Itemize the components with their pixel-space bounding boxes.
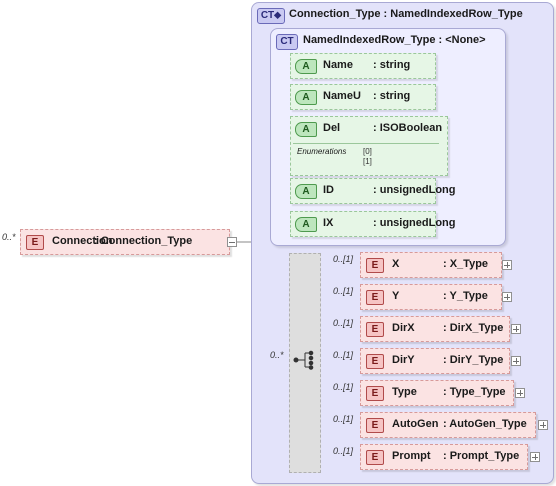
attribute-type: : ISOBoolean xyxy=(373,122,443,134)
attribute-type: : unsignedLong xyxy=(373,184,456,196)
expand-icon[interactable] xyxy=(530,452,540,462)
complex-type-title: NamedIndexedRow_Type : <None> xyxy=(303,34,486,46)
element-cardinality: 0..[1] xyxy=(333,414,354,424)
collapse-icon[interactable] xyxy=(227,237,237,247)
attribute-type: : string xyxy=(373,90,411,102)
attribute-del[interactable]: A Del : ISOBoolean Enumerations [0] [1] xyxy=(290,116,448,176)
element-badge: E xyxy=(366,258,384,273)
attribute-badge: A xyxy=(295,184,317,199)
attribute-type: : string xyxy=(373,59,411,71)
element-badge: E xyxy=(366,354,384,369)
element-type: : AutoGen_Type xyxy=(443,418,527,430)
expand-icon[interactable] xyxy=(502,260,512,270)
attribute-badge: A xyxy=(295,122,317,137)
attribute-label: ID xyxy=(323,184,334,196)
attribute-badge: A xyxy=(295,90,317,105)
element-badge: E xyxy=(26,235,44,250)
element-type: : Connection_Type xyxy=(94,235,193,247)
enumeration-divider xyxy=(293,143,439,144)
enumeration-value: [0] xyxy=(363,147,372,156)
attribute-id[interactable]: A ID : unsignedLong xyxy=(290,178,455,204)
expand-icon[interactable] xyxy=(538,420,548,430)
element-name: DirY xyxy=(392,354,415,366)
attribute-name[interactable]: A Name : string xyxy=(290,53,436,79)
element-badge: E xyxy=(366,450,384,465)
root-cardinality: 0..* xyxy=(2,232,16,242)
element-badge: E xyxy=(366,322,384,337)
element-badge: E xyxy=(366,290,384,305)
element-cardinality: 0..[1] xyxy=(333,446,354,456)
element-type: : X_Type xyxy=(443,258,489,270)
element-badge: E xyxy=(366,418,384,433)
sequence-icon xyxy=(293,350,314,370)
element-type: : Type_Type xyxy=(443,386,506,398)
attribute-ix[interactable]: A IX : unsignedLong xyxy=(290,211,455,237)
element-diry[interactable]: E DirY : DirY_Type xyxy=(360,348,510,374)
complex-type-badge: CT⬥ xyxy=(257,8,285,24)
root-element-connection[interactable]: E Connection : Connection_Type xyxy=(20,229,230,255)
sequence-cardinality: 0..* xyxy=(270,350,284,360)
element-badge: E xyxy=(366,386,384,401)
element-name: AutoGen xyxy=(392,418,439,430)
element-cardinality: 0..[1] xyxy=(333,382,354,392)
element-type: : DirY_Type xyxy=(443,354,504,366)
attribute-nameu[interactable]: A NameU : string xyxy=(290,84,436,110)
expand-icon[interactable] xyxy=(502,292,512,302)
element-name: Y xyxy=(392,290,400,302)
element-cardinality: 0..[1] xyxy=(333,254,354,264)
enumeration-value: [1] xyxy=(363,157,372,166)
expand-icon[interactable] xyxy=(515,388,525,398)
attribute-badge: A xyxy=(295,217,317,232)
attribute-label: IX xyxy=(323,217,334,229)
enumerations-label: Enumerations xyxy=(297,147,347,156)
element-type: : Y_Type xyxy=(443,290,488,302)
attribute-label: Del xyxy=(323,122,341,134)
complex-type-badge: CT xyxy=(276,34,298,50)
element-y[interactable]: E Y : Y_Type xyxy=(360,284,502,310)
element-autogen[interactable]: E AutoGen : AutoGen_Type xyxy=(360,412,536,438)
element-name: Type xyxy=(392,386,417,398)
element-cardinality: 0..[1] xyxy=(333,350,354,360)
element-name: Prompt xyxy=(392,450,431,462)
complex-type-title: Connection_Type : NamedIndexedRow_Type xyxy=(289,8,523,20)
element-cardinality: 0..[1] xyxy=(333,286,354,296)
element-name: DirX xyxy=(392,322,415,334)
element-type[interactable]: E Type : Type_Type xyxy=(360,380,514,406)
element-type: : Prompt_Type xyxy=(443,450,520,462)
element-x[interactable]: E X : X_Type xyxy=(360,252,502,278)
attribute-label: NameU xyxy=(323,90,361,102)
expand-arrow-icon: ⬥ xyxy=(274,10,282,21)
attribute-label: Name xyxy=(323,59,353,71)
element-type: : DirX_Type xyxy=(443,322,504,334)
expand-icon[interactable] xyxy=(511,324,521,334)
element-dirx[interactable]: E DirX : DirX_Type xyxy=(360,316,510,342)
expand-icon[interactable] xyxy=(511,356,521,366)
element-prompt[interactable]: E Prompt : Prompt_Type xyxy=(360,444,528,470)
element-cardinality: 0..[1] xyxy=(333,318,354,328)
element-name: X xyxy=(392,258,400,270)
attribute-type: : unsignedLong xyxy=(373,217,456,229)
attribute-badge: A xyxy=(295,59,317,74)
